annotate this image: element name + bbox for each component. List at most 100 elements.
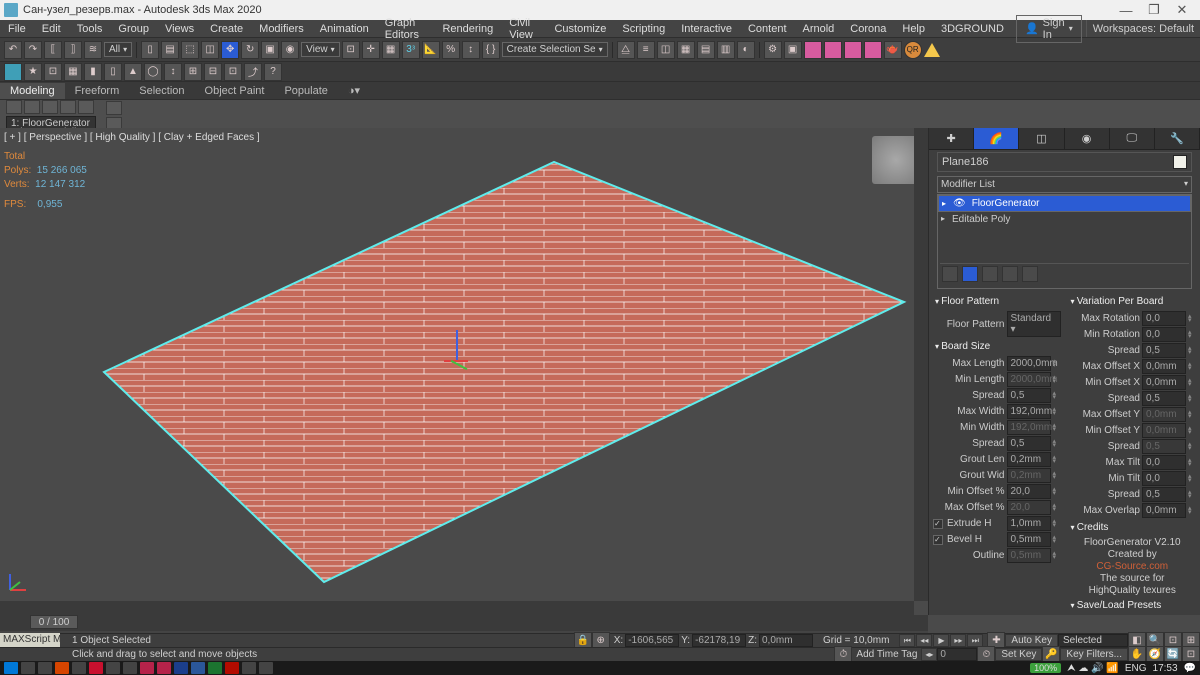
sub-tool-4[interactable]: ▦	[64, 63, 82, 81]
app-icon-6[interactable]	[140, 662, 154, 674]
menu-help[interactable]: Help	[894, 23, 933, 35]
stack-remove-icon[interactable]	[1002, 266, 1018, 282]
sub-tool-10[interactable]: ⊞	[184, 63, 202, 81]
percent-snap-button[interactable]: %	[442, 41, 460, 59]
app-icon-9[interactable]	[191, 662, 205, 674]
stack-floorgenerator[interactable]: 👁FloorGenerator	[938, 195, 1191, 212]
3dground-button[interactable]: QR	[904, 41, 922, 59]
app-icon-8[interactable]	[174, 662, 188, 674]
goto-start-button[interactable]: ⏮	[899, 634, 915, 647]
move-button[interactable]: ✥	[221, 41, 239, 59]
extrude-checkbox[interactable]	[933, 519, 943, 529]
tab-hierarchy-icon[interactable]: ◫	[1019, 128, 1064, 149]
angle-snap-button[interactable]: 📐	[422, 41, 440, 59]
toggle-ribbon-button[interactable]: ▦	[677, 41, 695, 59]
menu-create[interactable]: Create	[202, 23, 251, 35]
time-slider[interactable]: 0 / 100	[0, 615, 928, 631]
corona-button-2[interactable]	[824, 41, 842, 59]
cgsource-link[interactable]: CG-Source.com	[1096, 561, 1168, 572]
link-button[interactable]: ⟦	[44, 41, 62, 59]
stack-editablepoly[interactable]: Editable Poly	[938, 212, 1191, 227]
menu-grapheditors[interactable]: Graph Editors	[377, 17, 435, 41]
menu-modifiers[interactable]: Modifiers	[251, 23, 312, 35]
tab-modify-icon[interactable]: 🌈	[974, 128, 1019, 149]
menu-group[interactable]: Group	[110, 23, 157, 35]
keyfilters-button[interactable]: Key Filters...	[1060, 648, 1128, 661]
sub-tool-3[interactable]: ⊡	[44, 63, 62, 81]
setkey-button[interactable]: Set Key	[995, 648, 1042, 661]
sub-tool-6[interactable]: ▯	[104, 63, 122, 81]
sprtilt-field[interactable]: 0,5	[1142, 487, 1186, 502]
max-rot-field[interactable]: 0,0	[1142, 311, 1186, 326]
edit-selset-button[interactable]: { }	[482, 41, 500, 59]
start-icon[interactable]	[4, 662, 18, 674]
modifier-list-dropdown[interactable]: Modifier List▾	[937, 176, 1192, 193]
maxoverlap-field[interactable]: 0,0mm	[1142, 503, 1186, 518]
sub-tool-7[interactable]: ▲	[124, 63, 142, 81]
menu-corona[interactable]: Corona	[842, 23, 894, 35]
battery-indicator[interactable]: 100%	[1030, 663, 1061, 673]
rb5[interactable]	[78, 100, 94, 114]
menu-content[interactable]: Content	[740, 23, 795, 35]
object-color-swatch[interactable]	[1173, 155, 1187, 169]
menu-interactive[interactable]: Interactive	[673, 23, 740, 35]
sub-tool-1[interactable]	[4, 63, 22, 81]
corona-button-1[interactable]	[804, 41, 822, 59]
object-name-field[interactable]: Plane186	[937, 152, 1192, 172]
keyfilter-select[interactable]: Selected	[1058, 634, 1128, 647]
pivot-button[interactable]: ⊡	[342, 41, 360, 59]
render-setup-button[interactable]: ⚙	[764, 41, 782, 59]
render-frame-button[interactable]: ▣	[784, 41, 802, 59]
rb3[interactable]	[42, 100, 58, 114]
lang-indicator[interactable]: ENG	[1125, 663, 1147, 674]
rb4[interactable]	[60, 100, 76, 114]
app-icon-12[interactable]	[242, 662, 256, 674]
sprox-field[interactable]: 0,5	[1142, 391, 1186, 406]
material-editor-button[interactable]: ◐	[737, 41, 755, 59]
spinner[interactable]	[1053, 360, 1061, 368]
tab-populate[interactable]: Populate	[274, 83, 337, 99]
grout-len-field[interactable]: 0,2mm	[1007, 452, 1051, 467]
prev-key-button[interactable]: ◂▸	[921, 648, 937, 661]
menu-edit[interactable]: Edit	[34, 23, 69, 35]
menu-file[interactable]: File	[0, 23, 34, 35]
ribbon-toggle-icon[interactable]: ◑▾	[338, 82, 370, 99]
bevel-checkbox[interactable]	[933, 535, 943, 545]
add-time-tag[interactable]: Add Time Tag	[852, 649, 921, 660]
next-frame-button[interactable]: ▸▸	[950, 634, 966, 647]
maxoy-field[interactable]: 0,0mm	[1142, 407, 1186, 422]
min-offset-field[interactable]: 20,0	[1007, 484, 1051, 499]
tab-objectpaint[interactable]: Object Paint	[195, 83, 275, 99]
max-length-field[interactable]: 2000,0mm	[1007, 356, 1051, 371]
menu-arnold[interactable]: Arnold	[795, 23, 843, 35]
rollout-credits[interactable]: Credits	[1069, 519, 1197, 536]
ref-coord-system[interactable]: View▾	[301, 42, 340, 57]
tab-motion-icon[interactable]: ◉	[1065, 128, 1110, 149]
floor-plane[interactable]	[4, 152, 924, 592]
outline-field[interactable]: 0,5mm	[1007, 548, 1051, 563]
maximize-button[interactable]: ❐	[1140, 2, 1168, 18]
mintilt-field[interactable]: 0,0	[1142, 471, 1186, 486]
clock[interactable]: 17:53	[1153, 663, 1178, 674]
tab-modeling[interactable]: Modeling	[0, 83, 65, 99]
rect-region-button[interactable]: ⬚	[181, 41, 199, 59]
menu-views[interactable]: Views	[157, 23, 202, 35]
menu-tools[interactable]: Tools	[69, 23, 111, 35]
app-icon-5[interactable]	[123, 662, 137, 674]
redo-button[interactable]: ↷	[24, 41, 42, 59]
min-width-field[interactable]: 192,0mm	[1007, 420, 1051, 435]
prev-frame-button[interactable]: ◂◂	[916, 634, 932, 647]
maxtilt-field[interactable]: 0,0	[1142, 455, 1186, 470]
window-crossing-button[interactable]: ◫	[201, 41, 219, 59]
app-icon-4[interactable]	[106, 662, 120, 674]
tray-icons[interactable]: ⮝ ☁ 🔊 📶	[1067, 663, 1119, 674]
menu-rendering[interactable]: Rendering	[434, 23, 501, 35]
spread2-field[interactable]: 0,5	[1007, 436, 1051, 451]
rollout-variation[interactable]: Variation Per Board	[1069, 293, 1197, 310]
stack-showend-icon[interactable]	[962, 266, 978, 282]
min-rot-field[interactable]: 0,0	[1142, 327, 1186, 342]
stack-unique-icon[interactable]	[982, 266, 998, 282]
tab-freeform[interactable]: Freeform	[65, 83, 130, 99]
rotate-button[interactable]: ↻	[241, 41, 259, 59]
rollout-boardsize[interactable]: Board Size	[933, 338, 1061, 355]
